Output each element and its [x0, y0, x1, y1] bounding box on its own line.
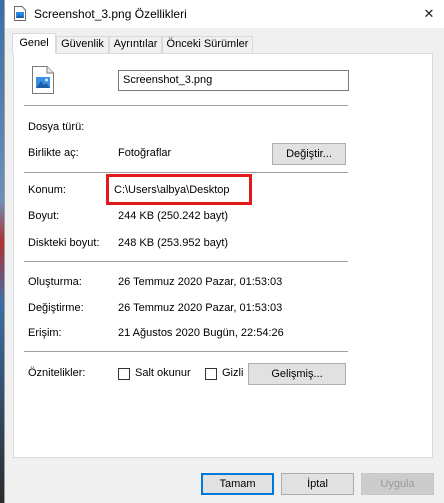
size-label: Boyut: [28, 210, 60, 222]
divider [24, 105, 348, 106]
ok-button[interactable]: Tamam [201, 473, 274, 495]
cancel-button[interactable]: İptal [281, 473, 354, 495]
attributes-label: Öznitelikler: [28, 367, 86, 379]
window-title: Screenshot_3.png Özellikleri [34, 7, 187, 21]
properties-dialog: Screenshot_3.png Özellikleri ✕ Genel Güv… [4, 0, 444, 503]
title-bar[interactable]: Screenshot_3.png Özellikleri ✕ [5, 0, 444, 28]
opens-with-value: Fotoğraflar [118, 147, 172, 159]
tab-previous-versions[interactable]: Önceki Sürümler [162, 36, 253, 53]
modified-value: 26 Temmuz 2020 Pazar, 01:53:03 [118, 302, 283, 314]
tab-details[interactable]: Ayrıntılar [109, 36, 162, 53]
tab-general[interactable]: Genel [12, 33, 56, 54]
readonly-checkbox[interactable] [118, 368, 130, 380]
location-label: Konum: [28, 184, 66, 196]
close-icon: ✕ [423, 6, 435, 21]
accessed-label: Erişim: [28, 327, 62, 339]
modified-label: Değiştirme: [28, 302, 84, 314]
opens-with-label: Birlikte aç: [28, 147, 79, 159]
accessed-value: 21 Ağustos 2020 Bugün, 22:54:26 [118, 327, 284, 339]
size-value: 244 KB (250.242 bayt) [118, 210, 229, 222]
annotation-highlight-box [106, 174, 252, 205]
divider [24, 172, 348, 173]
tab-security[interactable]: Güvenlik [56, 36, 109, 53]
disk-size-value: 248 KB (253.952 bayt) [118, 237, 229, 249]
created-value: 26 Temmuz 2020 Pazar, 01:53:03 [118, 276, 283, 288]
hidden-checkbox[interactable] [205, 368, 217, 380]
image-file-icon [32, 66, 54, 94]
change-button[interactable]: Değiştir... [272, 143, 346, 165]
created-label: Oluşturma: [28, 276, 82, 288]
apply-button[interactable]: Uygula [361, 473, 434, 495]
hidden-label[interactable]: Gizli [222, 367, 243, 379]
advanced-button[interactable]: Gelişmiş... [248, 363, 346, 385]
general-tab-panel: Screenshot_3.png Dosya türü: Birlikte aç… [13, 53, 433, 458]
close-button[interactable]: ✕ [414, 0, 444, 28]
divider [24, 261, 348, 262]
readonly-label[interactable]: Salt okunur [135, 367, 191, 379]
disk-size-label: Diskteki boyut: [28, 237, 100, 249]
filename-field[interactable]: Screenshot_3.png [118, 70, 349, 91]
divider [24, 351, 348, 352]
image-file-icon [14, 6, 26, 21]
file-type-label: Dosya türü: [28, 121, 85, 133]
